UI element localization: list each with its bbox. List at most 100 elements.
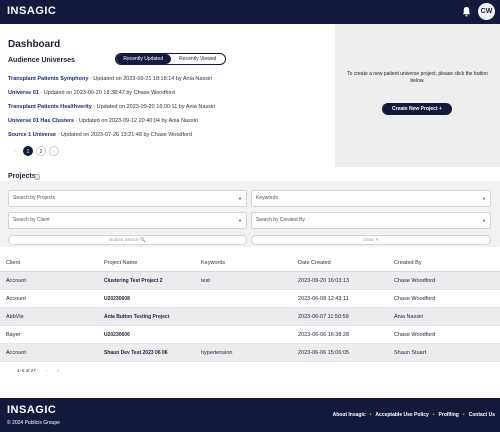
- universe-meta: · Updated on 2023-09-20 16:00:11 by Ania…: [91, 104, 216, 110]
- cell-date-created: 2023-06-08 12:43:11: [298, 296, 349, 302]
- cell-date-created: 2023-06-06 16:38:28: [298, 332, 350, 338]
- chevron-left-icon[interactable]: ‹: [46, 368, 48, 373]
- acceptable-use-link[interactable]: Acceptable Use Policy: [375, 412, 428, 418]
- recent-toggle: Recently Updated Recently Viewed: [115, 53, 226, 65]
- caret-down-icon: ▼: [482, 196, 486, 201]
- cell-keywords: [195, 326, 292, 343]
- chevron-left-icon[interactable]: ‹: [10, 146, 20, 156]
- cell-client: AbbVie: [6, 314, 24, 320]
- cell-created-by: Chase Woodford: [394, 278, 436, 284]
- search-created-by-select[interactable]: Search by Created By ▼: [251, 212, 491, 229]
- universe-meta: · Updated on 2023-07-26 13:21:48 by Chas…: [56, 132, 192, 138]
- universe-list: Transplant Patients Symphony · Updated o…: [8, 75, 328, 145]
- list-item: Universe 01 · Updated on 2023-09-20 18:3…: [8, 89, 328, 103]
- cell-client: Account: [6, 278, 26, 284]
- submit-search-button[interactable]: Submit Search 🔍: [8, 235, 247, 245]
- cell-keywords: [195, 308, 292, 325]
- cell-client: Account: [6, 296, 26, 302]
- cell-client: Bayer: [6, 332, 21, 338]
- audience-universes-heading: Audience Universes: [8, 57, 75, 64]
- search-client-placeholder: Search by Client: [13, 217, 50, 223]
- separator: •: [462, 412, 465, 418]
- create-project-panel: To create a new patient universe project…: [335, 24, 500, 167]
- column-header-keywords[interactable]: Keywords: [195, 254, 292, 271]
- bell-icon[interactable]: [461, 6, 472, 17]
- page-title: Dashboard: [8, 39, 61, 50]
- recently-viewed-tab[interactable]: Recently Viewed: [171, 54, 226, 64]
- cell-keywords: hypertension: [201, 350, 233, 356]
- universe-link[interactable]: Transplant Patients Healthverity: [8, 104, 92, 110]
- table-header: Client Project Name Keywords Date Create…: [0, 254, 500, 272]
- universe-link[interactable]: Source 1 Universe: [8, 132, 56, 138]
- column-header-created-by[interactable]: Created By: [388, 254, 500, 271]
- info-icon[interactable]: ?: [34, 174, 40, 180]
- footer-logo: INSAGIC: [7, 404, 57, 416]
- page-button-1[interactable]: 1: [23, 146, 33, 156]
- clear-button[interactable]: Clear ✕: [251, 235, 491, 245]
- profiling-link[interactable]: Profiling: [439, 412, 459, 418]
- caret-down-icon: ▼: [482, 218, 486, 223]
- cell-date-created: 2023-06-07 11:50:59: [298, 314, 349, 320]
- caret-down-icon: ▼: [238, 218, 242, 223]
- cell-keywords: test: [201, 278, 210, 284]
- top-navbar: INSAGIC CW: [0, 0, 500, 24]
- universe-pagination: ‹ 1 2 ›: [10, 146, 59, 156]
- list-item: Transplant Patients Symphony · Updated o…: [8, 75, 328, 89]
- user-avatar[interactable]: CW: [478, 3, 495, 20]
- recently-updated-tab[interactable]: Recently Updated: [116, 54, 171, 64]
- keywords-select[interactable]: Keywords ▼: [251, 190, 491, 207]
- cell-date-created: 2023-06-06 15:06:05: [298, 350, 350, 356]
- contact-link[interactable]: Contact Us: [469, 412, 495, 418]
- cell-created-by: Chase Woodford: [394, 296, 436, 302]
- cell-project-name[interactable]: Ania Button Testing Project: [98, 308, 195, 325]
- cell-project-name[interactable]: Clustering Test Project 2: [98, 272, 195, 289]
- separator: •: [432, 412, 435, 418]
- copyright: © 2024 Publicis Groupe: [7, 420, 60, 426]
- cell-keywords: [195, 290, 292, 307]
- table-row[interactable]: Bayer U20230606 2023-06-06 16:38:28 Chas…: [0, 326, 500, 344]
- cell-created-by: Chase Woodford: [394, 332, 436, 338]
- page-button-2[interactable]: 2: [36, 146, 46, 156]
- universe-link[interactable]: Universe 01 Has Clusters: [8, 118, 74, 124]
- column-header-project-name[interactable]: Project Name: [98, 254, 195, 271]
- cell-project-name[interactable]: U20230608: [98, 290, 195, 307]
- search-projects-select[interactable]: Search by Projects ▼: [8, 190, 247, 207]
- chevron-right-icon[interactable]: ›: [49, 146, 59, 156]
- table-row[interactable]: Account Shaun Dev Test 2023 06 06 hypert…: [0, 344, 500, 362]
- insagic-logo[interactable]: INSAGIC: [7, 5, 56, 17]
- create-new-project-button[interactable]: Create New Project +: [382, 103, 452, 115]
- cell-client: Account: [6, 350, 26, 356]
- site-footer: INSAGIC © 2024 Publicis Groupe About Ins…: [0, 398, 500, 432]
- about-link[interactable]: About Insagic: [333, 412, 366, 418]
- column-header-client[interactable]: Client: [0, 254, 98, 271]
- project-filters: Search by Projects ▼ Keywords ▼ Search b…: [0, 181, 500, 247]
- table-pagination: 1–5 of 27 ‹ ›: [17, 368, 59, 373]
- cell-created-by: Shaun Stuart: [394, 350, 427, 356]
- universe-meta: · Updated on 2023-09-20 18:38:47 by Chas…: [38, 90, 175, 96]
- table-row[interactable]: AbbVie Ania Button Testing Project 2023-…: [0, 308, 500, 326]
- list-item: Transplant Patients Healthverity · Updat…: [8, 103, 328, 117]
- search-projects-placeholder: Search by Projects: [13, 195, 55, 201]
- footer-links: About Insagic • Acceptable Use Policy • …: [333, 412, 495, 418]
- keywords-placeholder: Keywords: [256, 195, 278, 201]
- universe-link[interactable]: Transplant Patients Symphony: [8, 76, 88, 82]
- column-header-date-created[interactable]: Date Created: [292, 254, 388, 271]
- table-row[interactable]: Account U20230608 2023-06-08 12:43:11 Ch…: [0, 290, 500, 308]
- cell-created-by: Ania Nassiri: [394, 314, 424, 320]
- chevron-right-icon[interactable]: ›: [57, 368, 59, 373]
- projects-table: Client Project Name Keywords Date Create…: [0, 254, 500, 362]
- list-item: Universe 01 Has Clusters · Updated on 20…: [8, 117, 328, 131]
- list-item: Source 1 Universe · Updated on 2023-07-2…: [8, 131, 328, 145]
- cell-project-name[interactable]: U20230606: [98, 326, 195, 343]
- table-range: 1–5 of 27: [17, 368, 36, 373]
- universe-meta: · Updated on 2023-09-21 18:18:14 by Ania…: [88, 76, 213, 82]
- universe-meta: · Updated on 2023-09-12 20:40:04 by Ania…: [74, 118, 198, 124]
- search-client-select[interactable]: Search by Client ▼: [8, 212, 247, 229]
- separator: •: [369, 412, 372, 418]
- cell-project-name[interactable]: Shaun Dev Test 2023 06 06: [98, 344, 195, 361]
- table-row[interactable]: Account Clustering Test Project 2 test 2…: [0, 272, 500, 290]
- universe-link[interactable]: Universe 01: [8, 90, 39, 96]
- create-project-instructions: To create a new patient universe project…: [347, 71, 488, 84]
- cell-date-created: 2023-09-20 16:03:13: [298, 278, 350, 284]
- projects-heading: Projects: [8, 173, 36, 180]
